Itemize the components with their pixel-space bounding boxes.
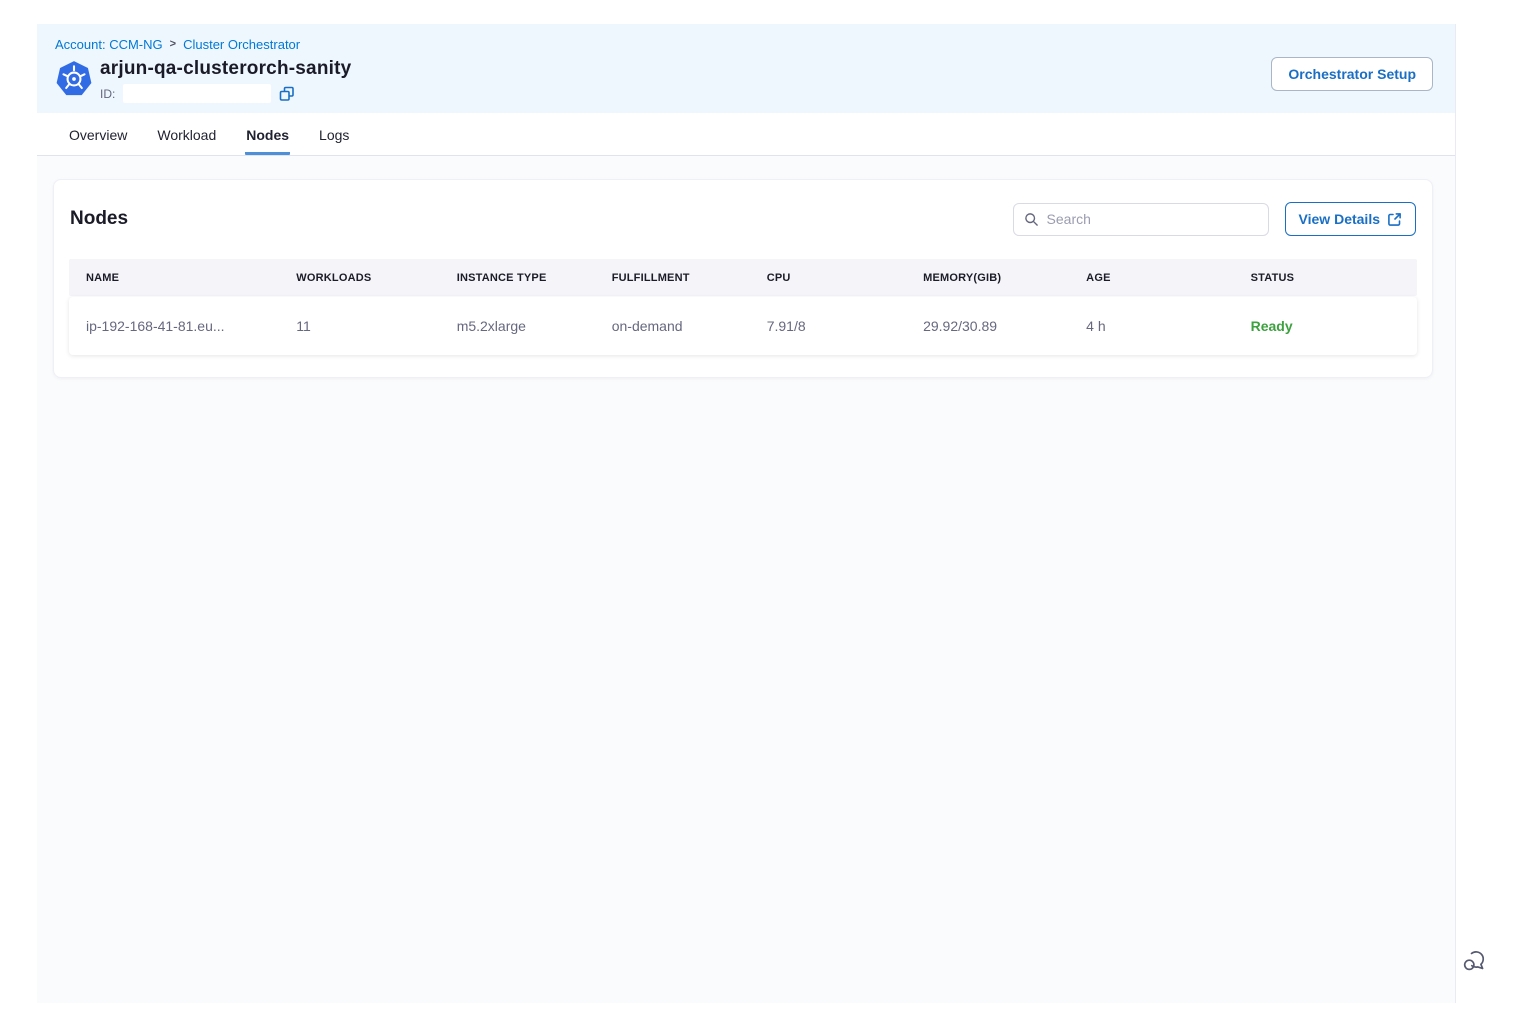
column-header-memory: MEMORY(GIB) xyxy=(906,272,1069,284)
id-label: ID: xyxy=(100,87,115,101)
column-header-instance-type: INSTANCE TYPE xyxy=(440,272,595,284)
external-link-icon xyxy=(1387,212,1402,227)
column-header-fulfillment: FULFILLMENT xyxy=(595,272,750,284)
orchestrator-setup-button[interactable]: Orchestrator Setup xyxy=(1271,57,1433,91)
nodes-card: Nodes View Details xyxy=(53,179,1433,378)
column-header-cpu: CPU xyxy=(750,272,906,284)
cluster-id-value xyxy=(123,84,271,103)
view-details-label: View Details xyxy=(1299,211,1380,227)
tab-logs[interactable]: Logs xyxy=(318,113,350,155)
column-header-workloads: WORKLOADS xyxy=(279,272,439,284)
tab-nodes[interactable]: Nodes xyxy=(245,113,290,155)
search-input[interactable] xyxy=(1047,211,1258,227)
node-fulfillment-cell: on-demand xyxy=(595,318,750,334)
breadcrumb-separator: > xyxy=(170,38,176,50)
node-workloads-cell: 11 xyxy=(279,318,439,334)
nodes-table-header: NAME WORKLOADS INSTANCE TYPE FULFILLMENT… xyxy=(69,259,1417,296)
tab-overview[interactable]: Overview xyxy=(68,113,128,155)
breadcrumb-cluster-orchestrator-link[interactable]: Cluster Orchestrator xyxy=(183,37,300,52)
search-icon xyxy=(1024,212,1039,227)
nodes-card-header: Nodes View Details xyxy=(69,202,1417,236)
column-header-name: NAME xyxy=(69,272,279,284)
cluster-title-row: arjun-qa-clusterorch-sanity ID: xyxy=(55,58,1433,103)
nodes-table: NAME WORKLOADS INSTANCE TYPE FULFILLMENT… xyxy=(69,259,1417,355)
cluster-tabs: Overview Workload Nodes Logs xyxy=(37,113,1455,156)
nodes-card-title: Nodes xyxy=(70,208,128,230)
node-instance-type-cell: m5.2xlarge xyxy=(440,318,595,334)
view-details-button[interactable]: View Details xyxy=(1285,202,1416,236)
page-header-banner: Account: CCM-NG > Cluster Orchestrator xyxy=(37,24,1455,113)
nodes-tab-content: Nodes View Details xyxy=(37,156,1455,1003)
node-age-cell: 4 h xyxy=(1069,318,1233,334)
chat-help-button[interactable] xyxy=(1460,945,1492,977)
node-name-cell: ip-192-168-41-81.eu... xyxy=(69,318,279,334)
cluster-id-row: ID: xyxy=(100,84,351,103)
search-box xyxy=(1013,203,1269,236)
cluster-orchestrator-page: Account: CCM-NG > Cluster Orchestrator xyxy=(37,24,1456,1003)
node-cpu-cell: 7.91/8 xyxy=(750,318,906,334)
cluster-name: arjun-qa-clusterorch-sanity xyxy=(100,58,351,80)
breadcrumb: Account: CCM-NG > Cluster Orchestrator xyxy=(55,37,1433,52)
node-status-badge: Ready xyxy=(1234,318,1417,334)
copy-icon[interactable] xyxy=(279,86,295,102)
node-table-row[interactable]: ip-192-168-41-81.eu... 11 m5.2xlarge on-… xyxy=(69,297,1417,355)
kubernetes-icon xyxy=(55,60,93,98)
chat-bubbles-icon xyxy=(1460,946,1492,976)
nodes-card-actions: View Details xyxy=(1013,202,1416,236)
column-header-status: STATUS xyxy=(1234,272,1417,284)
breadcrumb-account-link[interactable]: Account: CCM-NG xyxy=(55,37,163,52)
cluster-title-block: arjun-qa-clusterorch-sanity ID: xyxy=(100,58,351,103)
node-memory-cell: 29.92/30.89 xyxy=(906,318,1069,334)
tab-workload[interactable]: Workload xyxy=(156,113,217,155)
column-header-age: AGE xyxy=(1069,272,1233,284)
